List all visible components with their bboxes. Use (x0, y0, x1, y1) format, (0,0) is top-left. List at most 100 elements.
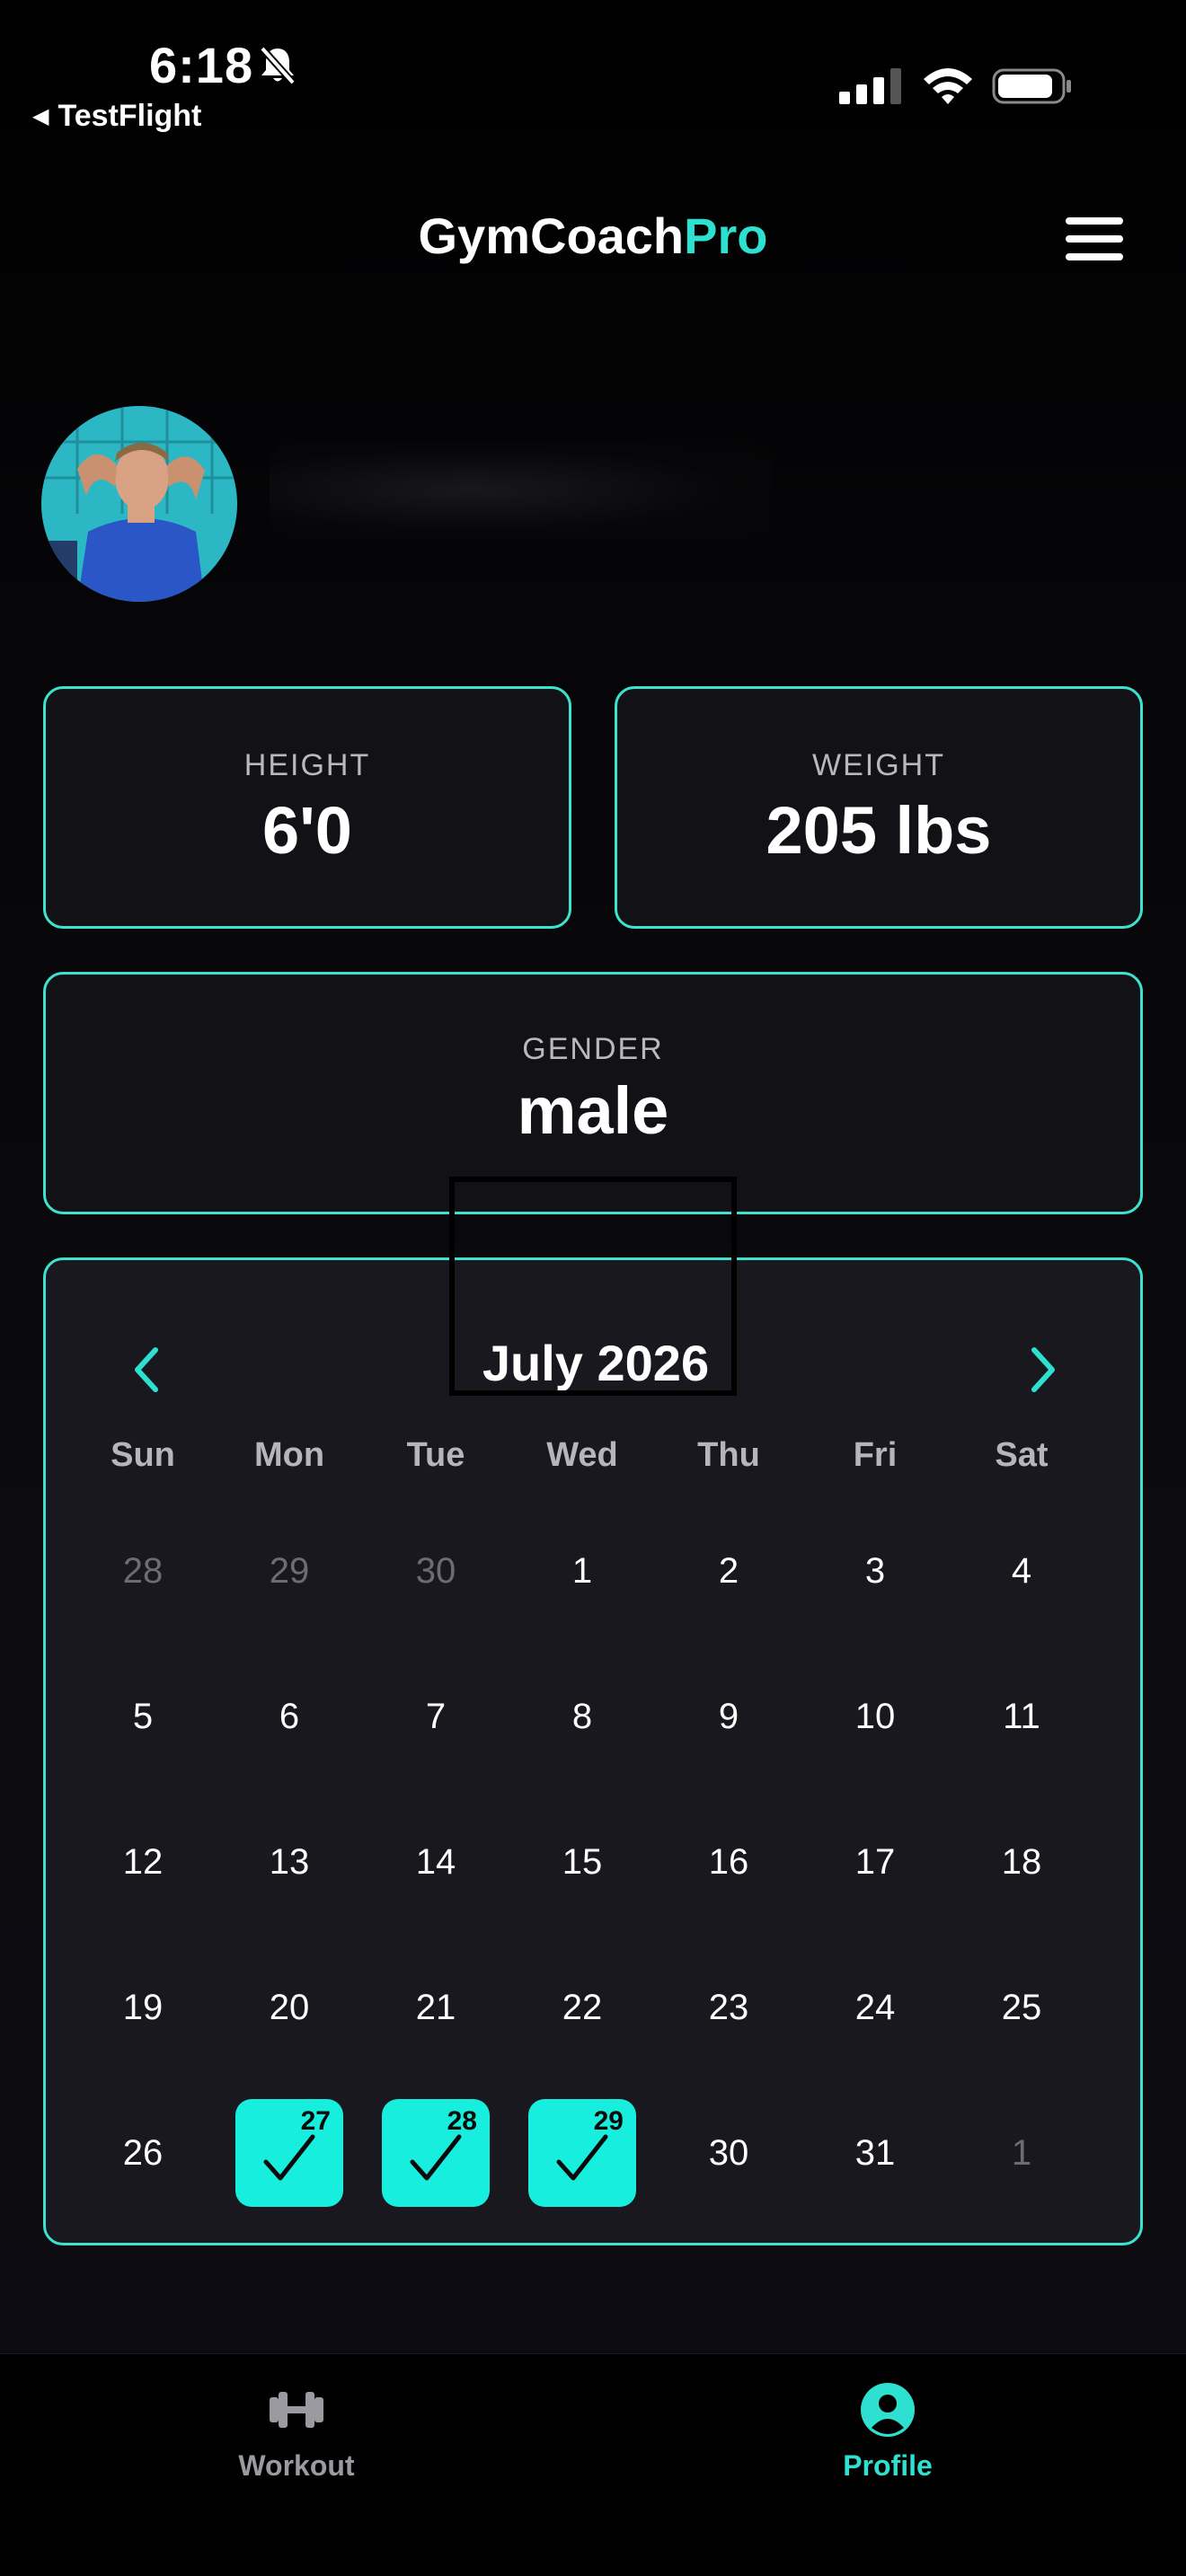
wifi-icon (924, 68, 972, 104)
app-header: GymCoachPro (0, 198, 1186, 278)
calendar-day[interactable]: 29 (235, 1517, 343, 1625)
calendar-day-number: 6 (279, 1696, 300, 1736)
weekday-label: Tue (406, 1436, 465, 1474)
app-title-accent: Pro (684, 207, 768, 264)
back-app-label: TestFlight (58, 99, 202, 133)
calendar-day[interactable]: 19 (89, 1954, 197, 2061)
calendar-day[interactable]: 4 (968, 1517, 1075, 1625)
back-to-testflight[interactable]: ◀ TestFlight (32, 99, 201, 134)
gender-label: GENDER (522, 1032, 664, 1066)
weekday-label: Wed (546, 1436, 618, 1474)
workout-calendar: July 2026 Sun Mon Tue Wed Thu Fri Sat 28 29 30 1 2… (43, 1257, 1143, 2245)
status-time: 6:18 (149, 37, 254, 93)
calendar-day[interactable]: 26 (89, 2099, 197, 2207)
calendar-day[interactable]: 9 (675, 1663, 783, 1770)
calendar-day[interactable]: 17 (821, 1808, 929, 1916)
checkmark-icon (556, 2134, 608, 2181)
calendar-day-number: 2 (718, 1550, 739, 1591)
calendar-day[interactable]: 1 (968, 2099, 1075, 2207)
calendar-day[interactable]: 23 (675, 1954, 783, 2061)
weekday-label: Mon (253, 1436, 325, 1474)
dumbbell-icon (270, 2392, 323, 2428)
calendar-day-number: 30 (415, 1550, 456, 1591)
calendar-day[interactable]: 15 (528, 1808, 636, 1916)
calendar-day[interactable]: 14 (382, 1808, 490, 1916)
calendar-day-number: 1 (571, 1550, 593, 1591)
avatar[interactable] (41, 406, 237, 602)
calendar-day[interactable]: 16 (675, 1808, 783, 1916)
calendar-day[interactable]: 2 (675, 1517, 783, 1625)
weekday-label: Thu (697, 1436, 760, 1474)
calendar-day-number: 29 (269, 1550, 310, 1591)
calendar-day-number: 13 (269, 1841, 310, 1882)
calendar-day[interactable]: 30 (675, 2099, 783, 2207)
calendar-day-number: 5 (132, 1696, 154, 1736)
calendar-day-number: 3 (864, 1550, 886, 1591)
calendar-day-number: 14 (415, 1841, 456, 1882)
tab-workout-label: Workout (238, 2449, 355, 2482)
calendar-day[interactable]: 1 (528, 1517, 636, 1625)
calendar-day-number: 12 (122, 1841, 164, 1882)
bell-muted-icon (260, 46, 296, 85)
focus-overlay-box (449, 1177, 737, 1396)
calendar-day-number: 11 (1003, 1696, 1040, 1736)
calendar-day[interactable]: 18 (968, 1808, 1075, 1916)
calendar-day[interactable]: 6 (235, 1663, 343, 1770)
tab-profile-label: Profile (843, 2449, 933, 2482)
checkmark-icon (410, 2134, 462, 2181)
chevron-right-icon[interactable] (1025, 1343, 1061, 1397)
tab-workout[interactable]: Workout (162, 2381, 431, 2483)
calendar-day-number: 8 (571, 1696, 593, 1736)
calendar-day[interactable]: 3 (821, 1517, 929, 1625)
calendar-weekday-header: Sun Mon Tue Wed Thu Fri Sat (46, 1436, 1146, 1481)
calendar-day[interactable]: 10 (821, 1663, 929, 1770)
calendar-day[interactable]: 5 (89, 1663, 197, 1770)
app-title-main: GymCoach (418, 207, 685, 264)
calendar-day[interactable]: 21 (382, 1954, 490, 2061)
calendar-day-number: 28 (122, 1550, 164, 1591)
calendar-day-completed[interactable]: 29 (528, 2099, 636, 2207)
tab-profile[interactable]: Profile (753, 2381, 1022, 2483)
calendar-day[interactable]: 24 (821, 1954, 929, 2061)
calendar-day[interactable]: 30 (382, 1517, 490, 1625)
height-card: HEIGHT 6'0 (43, 686, 571, 929)
calendar-day-number: 19 (122, 1987, 164, 2027)
weight-card: WEIGHT 205 lbs (615, 686, 1143, 929)
calendar-day-number: 26 (122, 2132, 164, 2173)
calendar-day-number: 16 (708, 1841, 749, 1882)
calendar-day-number: 18 (1001, 1841, 1042, 1882)
calendar-day-number: 22 (562, 1987, 603, 2027)
battery-icon (992, 68, 1071, 104)
calendar-day-number: 23 (708, 1987, 749, 2027)
calendar-day[interactable]: 31 (821, 2099, 929, 2207)
status-bar: 6:18 ◀ TestFlight (0, 0, 1186, 153)
back-triangle-icon: ◀ (32, 104, 49, 128)
calendar-day[interactable]: 7 (382, 1663, 490, 1770)
calendar-day[interactable]: 22 (528, 1954, 636, 2061)
cellular-signal-icon (839, 66, 901, 104)
calendar-day[interactable]: 13 (235, 1808, 343, 1916)
calendar-day-number: 24 (854, 1987, 896, 2027)
calendar-day-number: 20 (269, 1987, 310, 2027)
calendar-day-number: 4 (1011, 1550, 1032, 1591)
user-name-redacted (270, 440, 773, 539)
gender-value: male (517, 1073, 669, 1148)
profile-screen: 6:18 ◀ TestFlight GymCoachPro HEIGHT 6'0… (0, 0, 1186, 2576)
calendar-day-completed[interactable]: 28 (382, 2099, 490, 2207)
calendar-day-number: 21 (415, 1987, 456, 2027)
weight-label: WEIGHT (812, 748, 945, 782)
calendar-day[interactable]: 11 (968, 1663, 1075, 1770)
calendar-day-completed[interactable]: 27 (235, 2099, 343, 2207)
user-circle-icon (861, 2383, 915, 2437)
bottom-tab-bar: Workout Profile (0, 2353, 1186, 2576)
calendar-day[interactable]: 20 (235, 1954, 343, 2061)
calendar-day[interactable]: 12 (89, 1808, 197, 1916)
calendar-day[interactable]: 8 (528, 1663, 636, 1770)
calendar-day[interactable]: 28 (89, 1517, 197, 1625)
height-value: 6'0 (262, 793, 352, 868)
calendar-day-number: 25 (1001, 1987, 1042, 2027)
hamburger-menu-icon[interactable] (1066, 217, 1123, 260)
calendar-day-number: 31 (854, 2132, 896, 2173)
checkmark-icon (263, 2134, 315, 2181)
calendar-day[interactable]: 25 (968, 1954, 1075, 2061)
